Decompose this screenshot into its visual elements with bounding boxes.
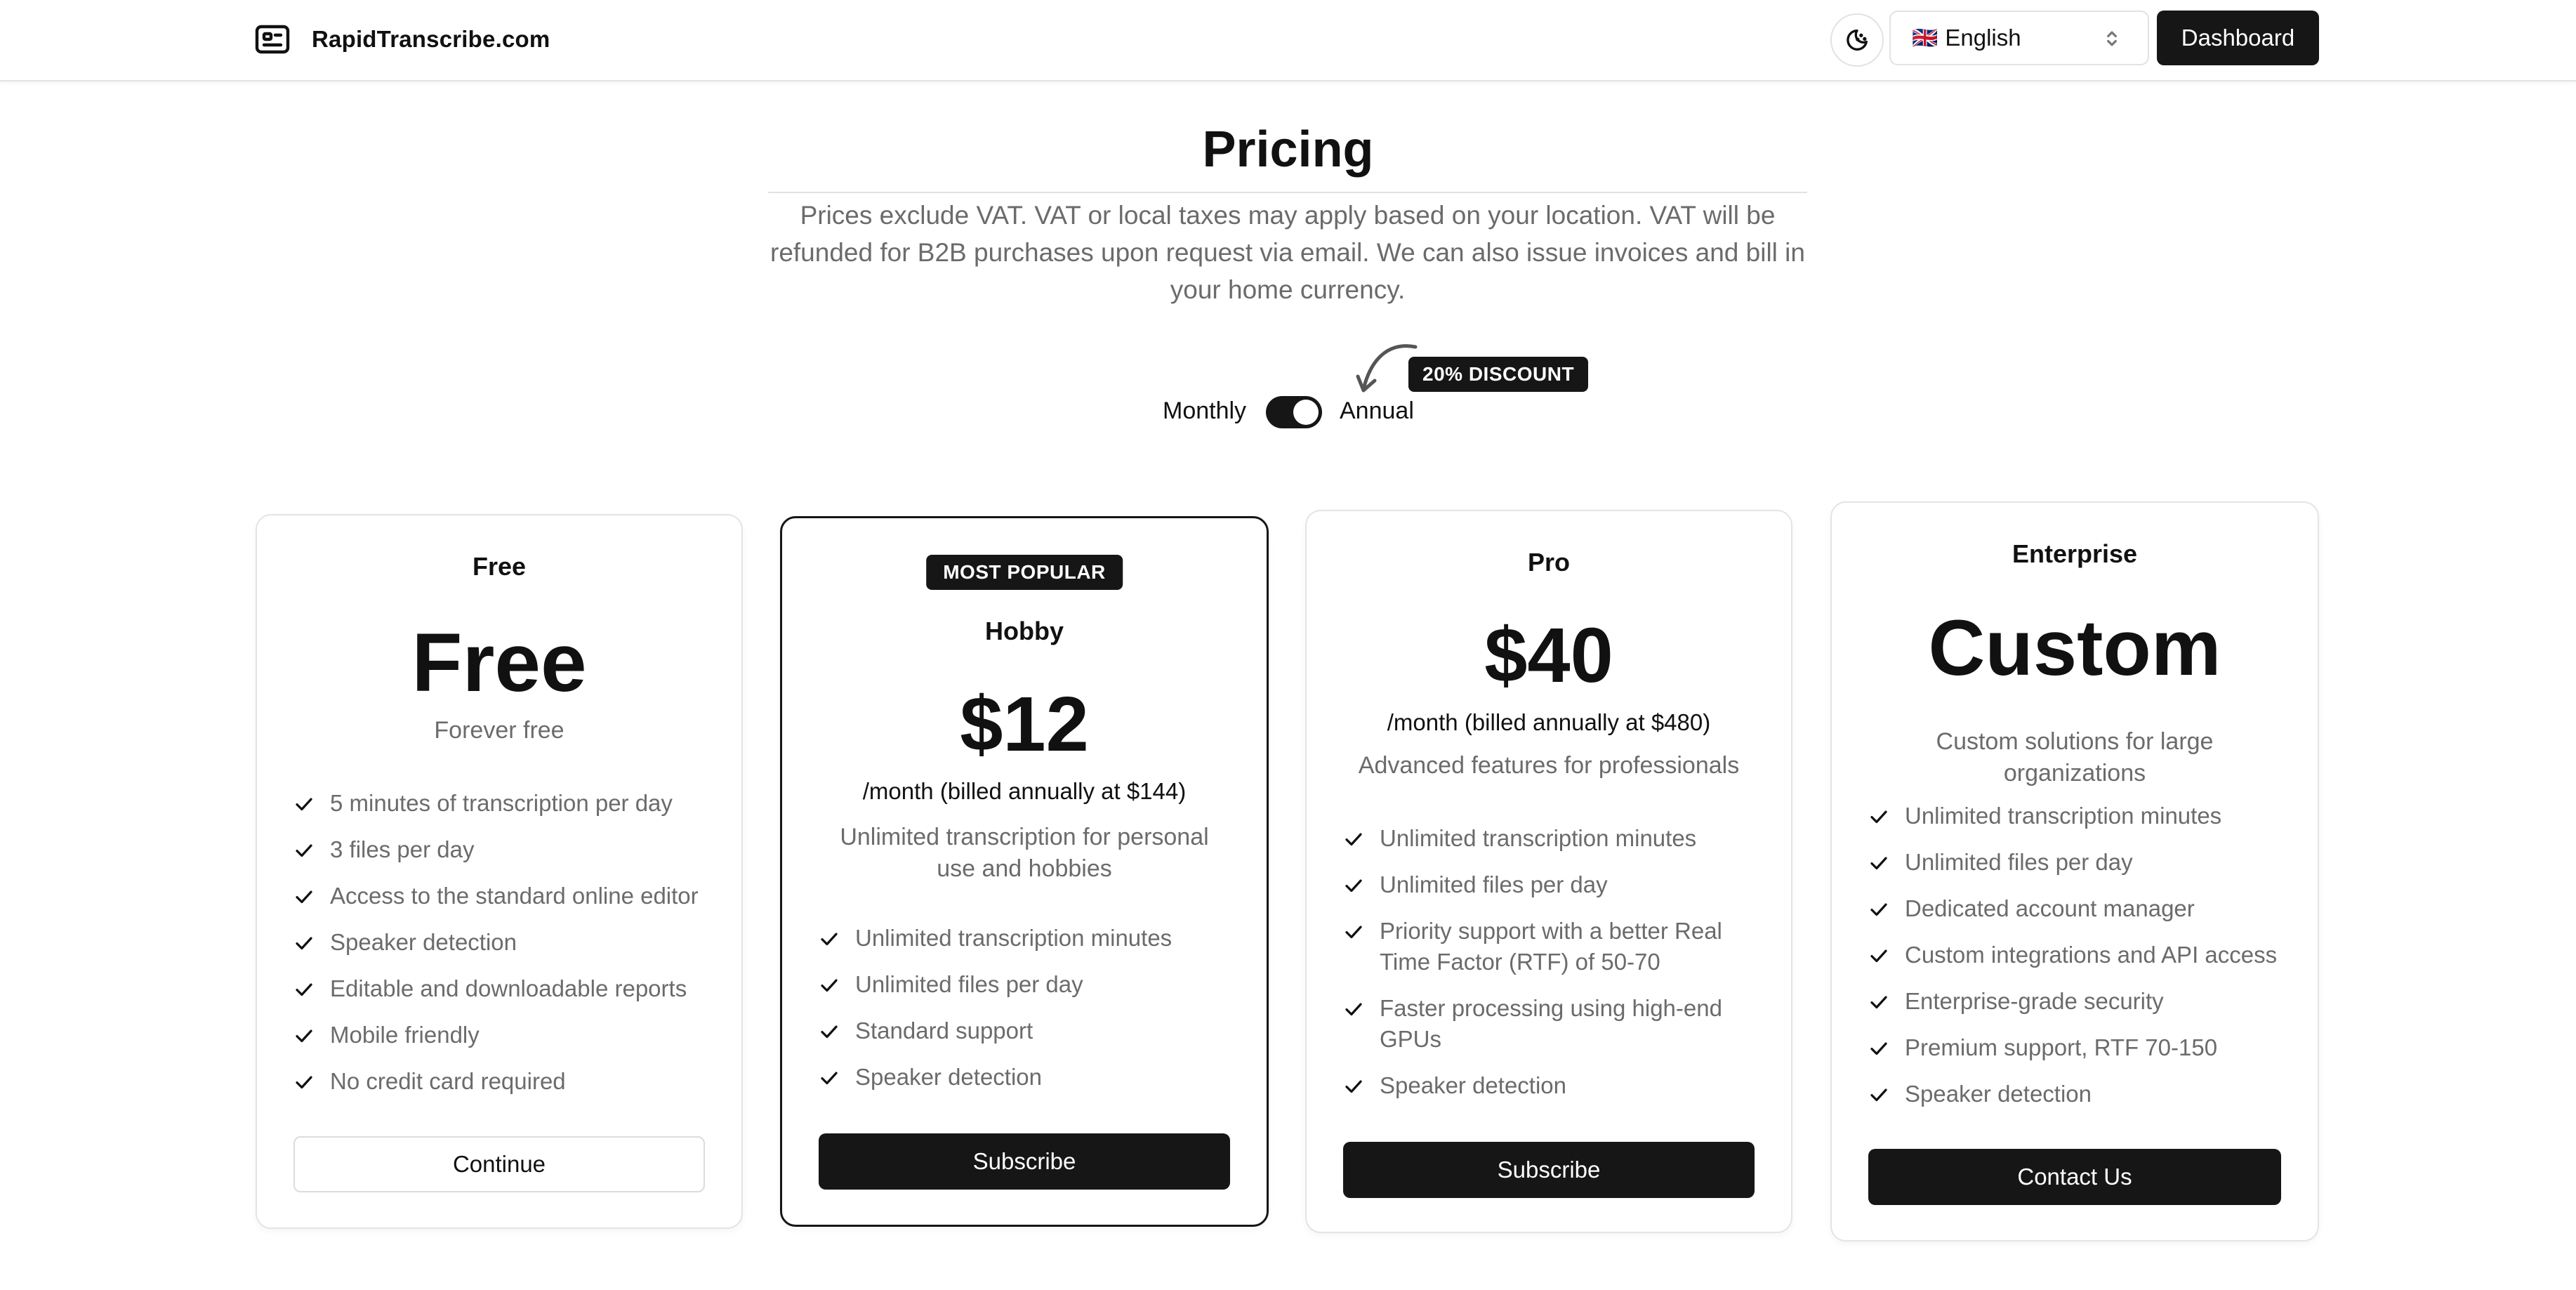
check-icon [296,937,312,950]
feature-list: Unlimited transcription minutes Unlimite… [819,923,1239,1108]
feature-item: Faster processing using high-end GPUs [1343,993,1763,1055]
plan-card-free: Free Free Forever free 5 minutes of tran… [256,514,743,1229]
pricing-subtitle: Prices exclude VAT. VAT or local taxes m… [770,201,1805,304]
feature-item: Unlimited files per day [819,969,1239,1000]
uk-flag-icon: 🇬🇧 [1912,26,1938,50]
most-popular-badge: MOST POPULAR [926,555,1123,590]
feature-item: 3 files per day [293,834,713,865]
feature-item: Enterprise-grade security [1868,986,2290,1017]
check-icon [1870,810,1887,824]
check-icon [296,844,312,857]
check-icon [821,933,838,946]
price-note: /month (billed annually at $480) [1387,709,1711,735]
feature-item: Priority support with a better Real Time… [1343,916,1763,978]
feature-item: Speaker detection [819,1062,1239,1093]
feature-item: Custom integrations and API access [1868,940,2290,970]
check-icon [1870,857,1887,870]
plan-card-hobby: MOST POPULAR Hobby $12 /month (billed an… [780,516,1269,1227]
check-icon [1870,1042,1887,1055]
page-title: Pricing [1202,121,1374,178]
plan-name: Hobby [985,617,1064,645]
check-icon [1345,1003,1362,1016]
toggle-knob [1293,400,1319,425]
title-divider [768,192,1807,193]
feature-list: Unlimited transcription minutes Unlimite… [1868,801,2290,1125]
theme-toggle-button[interactable] [1830,13,1884,67]
feature-item: Mobile friendly [293,1020,713,1051]
feature-list: 5 minutes of transcription per day 3 fil… [293,788,713,1112]
check-icon [1870,903,1887,916]
feature-list: Unlimited transcription minutes Unlimite… [1343,823,1763,1117]
check-icon [821,1072,838,1085]
check-icon [1870,949,1887,963]
feature-item: Access to the standard online editor [293,881,713,911]
feature-item: Unlimited files per day [1868,847,2290,878]
subscribe-hobby-button[interactable]: Subscribe [819,1133,1230,1190]
plan-description: Forever free [434,717,564,744]
check-icon [296,890,312,904]
feature-item: 5 minutes of transcription per day [293,788,713,819]
feature-item: Standard support [819,1015,1239,1046]
plan-name: Free [472,552,527,581]
plan-card-pro: Pro $40 /month (billed annually at $480)… [1305,510,1792,1233]
check-icon [296,798,312,811]
check-icon [296,1076,312,1089]
check-icon [1870,996,1887,1009]
feature-item: Unlimited transcription minutes [819,923,1239,954]
moon-stars-icon [1847,29,1868,51]
plan-description: Unlimited transcription for personal use… [840,824,1209,882]
dashboard-button[interactable]: Dashboard [2157,11,2319,65]
check-icon [1345,926,1362,939]
language-label: English [1945,25,2021,51]
check-icon [1345,833,1362,846]
feature-item: Speaker detection [1868,1079,2290,1110]
plan-price: $12 [960,681,1089,768]
brand-link[interactable]: RapidTranscribe.com [254,20,550,59]
billing-period-switch: Monthly Annual [0,393,2576,428]
feature-item: Dedicated account manager [1868,893,2290,924]
language-select[interactable]: 🇬🇧 English [1889,11,2149,65]
plan-price: Custom [1928,604,2221,692]
feature-item: Unlimited transcription minutes [1343,823,1763,854]
check-icon [1345,879,1362,893]
plan-card-enterprise: Enterprise Custom Custom solutions for l… [1830,501,2319,1242]
price-note: /month (billed annually at $144) [862,778,1187,804]
scanner-icon [255,25,290,54]
subscribe-pro-button[interactable]: Subscribe [1343,1142,1755,1198]
plan-name: Pro [1527,548,1570,577]
check-icon [1345,1080,1362,1093]
contact-us-button[interactable]: Contact Us [1868,1149,2281,1205]
plan-description: Custom solutions for large organizations [1936,728,2214,786]
plan-description: Advanced features for professionals [1358,752,1740,779]
top-navbar: RapidTranscribe.com 🇬🇧 English Dashboard [0,0,2576,81]
brand-name: RapidTranscribe.com [312,26,550,52]
check-icon [296,1029,312,1043]
feature-item: Unlimited transcription minutes [1868,801,2290,831]
continue-button[interactable]: Continue [293,1136,705,1192]
discount-badge: 20% DISCOUNT [1408,357,1589,392]
check-icon [821,1025,838,1039]
feature-item: No credit card required [293,1066,713,1097]
monthly-label[interactable]: Monthly [1163,397,1246,425]
plan-price: Free [411,617,587,709]
chevron-up-down-icon [2107,31,2117,46]
feature-item: Speaker detection [1343,1070,1763,1101]
check-icon [821,979,838,992]
billing-toggle[interactable] [1266,396,1322,428]
check-icon [296,983,312,996]
plan-price: $40 [1484,612,1613,699]
feature-item: Premium support, RTF 70-150 [1868,1032,2290,1063]
check-icon [1870,1088,1887,1102]
annual-label[interactable]: Annual [1340,397,1414,425]
feature-item: Unlimited files per day [1343,869,1763,900]
plan-name: Enterprise [2012,539,2138,568]
feature-item: Editable and downloadable reports [293,973,713,1004]
feature-item: Speaker detection [293,927,713,958]
